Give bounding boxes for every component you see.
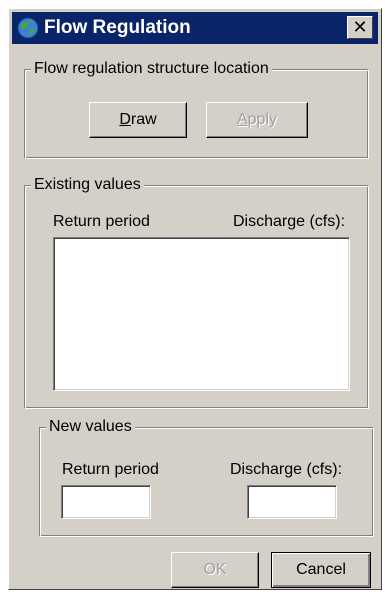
apply-button[interactable]: Apply — [206, 102, 308, 138]
draw-button[interactable]: Draw — [89, 102, 187, 138]
globe-icon — [17, 17, 39, 39]
ok-button[interactable]: OK — [171, 552, 259, 588]
close-icon: ✕ — [352, 17, 368, 37]
new-discharge-label: Discharge (cfs): — [230, 461, 343, 478]
apply-button-label: pply — [247, 111, 278, 128]
location-group-legend: Flow regulation structure location — [31, 60, 272, 78]
cancel-button-label: Cancel — [296, 561, 346, 578]
discharge-input[interactable] — [247, 485, 337, 519]
new-values-group — [39, 427, 374, 537]
draw-button-label: raw — [130, 111, 157, 128]
return-period-input[interactable] — [61, 485, 151, 519]
window-title: Flow Regulation — [44, 17, 191, 38]
flow-regulation-dialog: Flow Regulation ✕ Flow regulation struct… — [8, 8, 382, 590]
close-button[interactable]: ✕ — [347, 16, 373, 39]
new-values-legend: New values — [46, 418, 135, 436]
title-bar[interactable]: Flow Regulation ✕ — [12, 12, 378, 44]
existing-discharge-label: Discharge (cfs): — [233, 213, 346, 230]
cancel-button[interactable]: Cancel — [271, 552, 371, 588]
existing-return-period-label: Return period — [53, 213, 150, 230]
new-return-period-label: Return period — [62, 461, 159, 478]
ok-button-label: OK — [203, 561, 227, 578]
existing-values-legend: Existing values — [31, 176, 144, 194]
draw-button-mnemonic: D — [119, 111, 131, 128]
existing-values-list[interactable] — [53, 237, 350, 391]
apply-button-mnemonic: A — [236, 111, 248, 128]
location-group — [24, 69, 369, 159]
